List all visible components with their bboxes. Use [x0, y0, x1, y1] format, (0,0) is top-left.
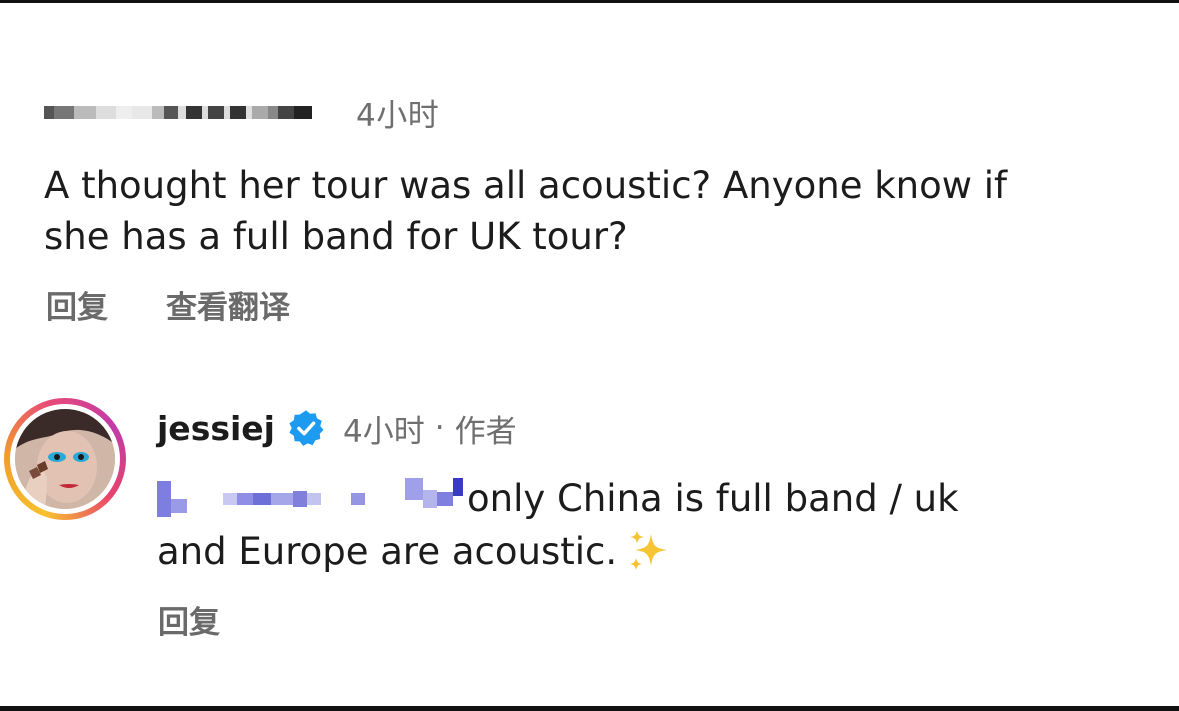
comment-1-line-2: she has a full band for UK tour? — [44, 215, 628, 258]
avatar — [15, 409, 115, 509]
bottom-border — [0, 706, 1179, 711]
comment-1-line-1: A thought her tour was all acoustic? Any… — [44, 164, 1008, 207]
comment-2-header: jessiej 4小时 · 作者 — [157, 404, 517, 452]
reply-button[interactable]: 回复 — [158, 597, 220, 642]
redacted-username — [44, 92, 312, 132]
avatar-story-ring[interactable] — [4, 398, 126, 520]
comment-1-actions: 回复 查看翻译 — [46, 282, 290, 327]
verified-badge-icon — [289, 410, 324, 446]
redacted-mention — [157, 472, 467, 525]
comment-2-line-1: only China is full band / uk — [467, 477, 959, 520]
author-label: 作者 — [454, 413, 517, 450]
comment-2-actions: 回复 — [158, 597, 220, 642]
comment-2-text: only China is full band / uk and Europe … — [157, 472, 1157, 578]
meta-separator: · — [434, 410, 445, 446]
comment-2-line-2: and Europe are acoustic. — [157, 530, 618, 573]
sparkles-emoji-icon — [630, 530, 668, 570]
username-link[interactable]: jessiej — [157, 409, 275, 448]
comment-1-header: 4小时 — [44, 92, 440, 134]
avatar-portrait-icon — [15, 409, 115, 509]
comment-1-timestamp: 4小时 — [356, 97, 440, 134]
comment-1-text: A thought her tour was all acoustic? Any… — [44, 160, 1164, 262]
reply-button[interactable]: 回复 — [46, 282, 108, 327]
top-border — [0, 0, 1179, 3]
comment-2-timestamp: 4小时 — [342, 413, 425, 450]
translate-button[interactable]: 查看翻译 — [166, 282, 290, 327]
